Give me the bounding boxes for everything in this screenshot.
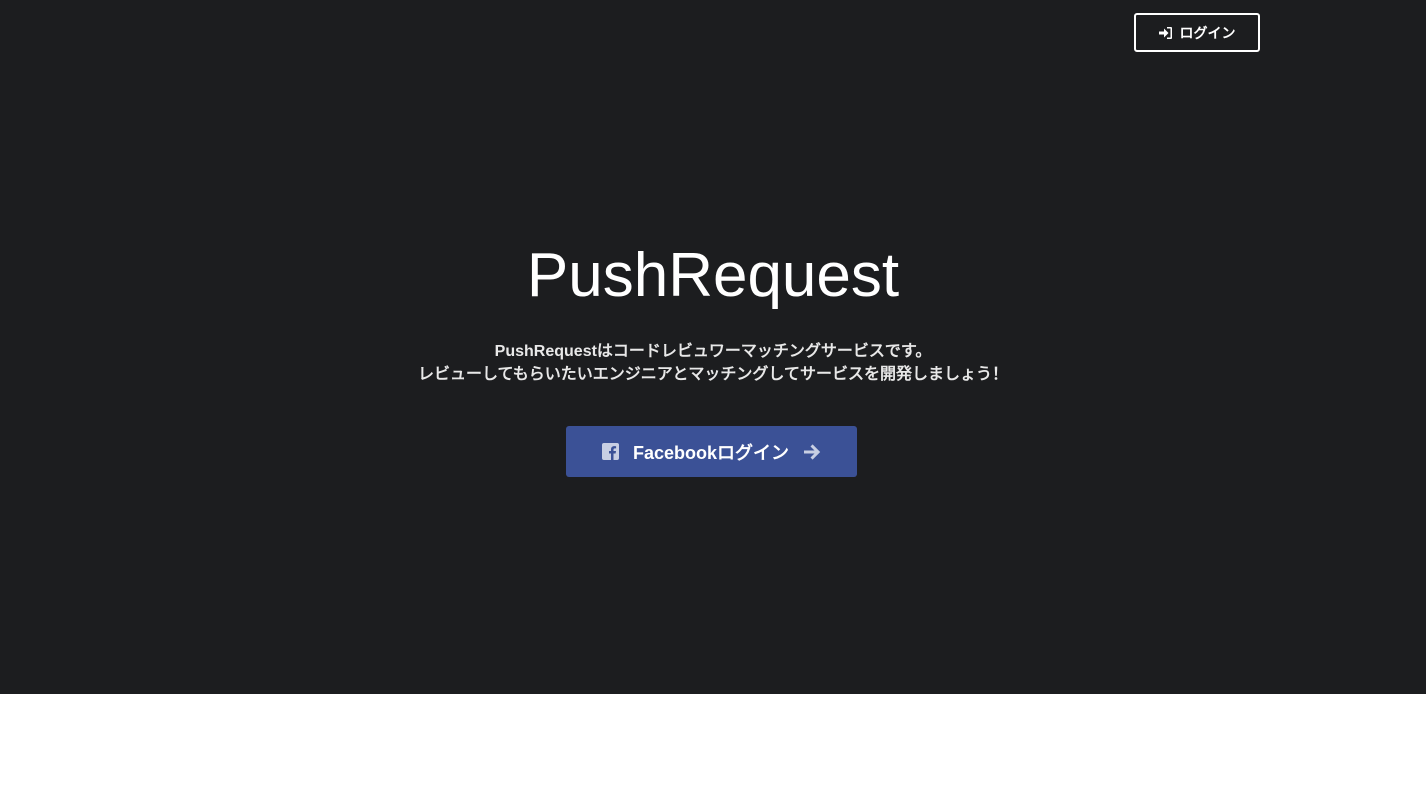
sign-in-icon <box>1158 26 1172 39</box>
facebook-login-label: Facebookログイン <box>632 442 790 463</box>
description-line-1: PushRequestはコードレビュワーマッチングサービスです。 <box>494 343 932 360</box>
arrow-right-icon <box>803 443 821 460</box>
login-label: ログイン <box>1179 24 1236 41</box>
hero-section: ログイン PushRequest PushRequestはコードレビュワーマッチ… <box>0 0 1426 694</box>
description-line-2: レビューしてもらいたいエンジニアとマッチングしてサービスを開発しましょう！ <box>418 366 1008 383</box>
service-description: PushRequestはコードレビュワーマッチングサービスです。 レビューしても… <box>0 340 1426 386</box>
login-button[interactable]: ログイン <box>1134 13 1260 52</box>
facebook-login-button[interactable]: Facebookログイン <box>566 426 857 477</box>
facebook-square-icon <box>601 443 619 460</box>
page-title: PushRequest <box>526 241 900 310</box>
